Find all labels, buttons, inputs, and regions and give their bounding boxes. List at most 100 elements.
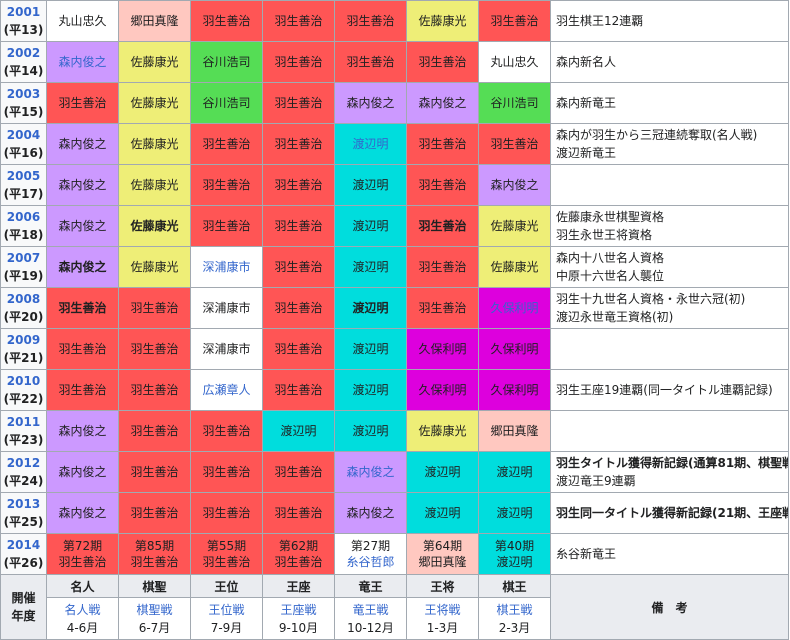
year-link[interactable]: 2009 <box>7 333 40 347</box>
holder-name: 森内俊之 <box>346 506 395 520</box>
era-label: (平24) <box>3 474 44 488</box>
title-holder-cell: 渡辺明 <box>406 492 479 534</box>
holder-name: 森内俊之 <box>58 465 107 479</box>
year-link[interactable]: 2002 <box>7 46 40 60</box>
remark-text: 森内新竜王 <box>556 96 617 110</box>
title-holder-cell: 羽生善治 <box>190 164 263 206</box>
holder-name: 羽生善治 <box>418 137 467 151</box>
remarks-cell: 羽生同一タイトル獲得新記録(21期、王座戦) <box>550 492 789 534</box>
holder-name: 羽生善治 <box>274 555 323 569</box>
year-link[interactable]: 2012 <box>7 456 40 470</box>
title-holder-cell: 渡辺明 <box>334 246 407 288</box>
title-holder-cell: 渡辺明 <box>334 123 407 165</box>
title-holder-cell: 谷川浩司 <box>478 82 551 124</box>
year-link[interactable]: 2001 <box>7 5 40 19</box>
year-link[interactable]: 2010 <box>7 374 40 388</box>
remark-text: 羽生同一タイトル獲得新記録(21期、王座戦) <box>556 506 789 520</box>
tournament-link[interactable]: 名人戦 <box>64 603 100 617</box>
year-link[interactable]: 2004 <box>7 128 40 142</box>
title-holder-cell: 森内俊之 <box>334 492 407 534</box>
title-holder-cell: 羽生善治 <box>478 0 551 42</box>
title-holder-cell: 森内俊之 <box>46 410 119 452</box>
holder-name: 佐藤康光 <box>490 219 539 233</box>
title-holder-cell: 羽生善治 <box>406 123 479 165</box>
table-row: 2004 (平16) 森内俊之 佐藤康光 羽生善治 羽生善治 渡辺明 羽生善治 羽生善治 森内が羽… <box>0 123 789 165</box>
title-holder-cell: 佐藤康光 <box>118 164 191 206</box>
title-holder-cell: 羽生善治 <box>262 123 335 165</box>
year-link[interactable]: 2011 <box>7 415 40 429</box>
holder-name[interactable]: 深浦康市 <box>202 260 250 274</box>
year-link[interactable]: 2005 <box>7 169 40 183</box>
title-holder-cell: 森内俊之 <box>406 82 479 124</box>
holder-name: 渡辺明 <box>424 506 461 520</box>
remark-text: 羽生棋王12連覇 <box>556 14 644 28</box>
term-label: 第40期 <box>494 539 535 553</box>
holder-name: 深浦康市 <box>202 342 251 356</box>
title-holder-cell: 羽生善治 <box>46 82 119 124</box>
title-holder-cell: 羽生善治 <box>262 82 335 124</box>
tournament-link[interactable]: 王位戦 <box>208 603 244 617</box>
column-header: 名人 <box>46 574 119 598</box>
holder-name[interactable]: 糸谷哲郎 <box>346 555 394 569</box>
holder-name[interactable]: 森内俊之 <box>58 55 106 69</box>
year-link[interactable]: 2007 <box>7 251 40 265</box>
holder-name: 羽生善治 <box>418 219 467 233</box>
tournament-cell: 王座戦 9-10月 <box>262 597 335 640</box>
title-holder-cell: 羽生善治 <box>262 41 335 83</box>
remarks-cell: 羽生十九世名人資格・永世六冠(初) 渡辺永世竜王資格(初) <box>550 287 789 329</box>
title-holders-table: 2001 (平13) 丸山忠久 郷田真隆 羽生善治 羽生善治 羽生善治 佐藤康光 羽生善治 羽生棋… <box>0 0 789 640</box>
tournament-link[interactable]: 王将戦 <box>424 603 460 617</box>
year-cell: 2013 (平25) <box>0 492 47 534</box>
title-holder-cell: 森内俊之 <box>46 451 119 493</box>
holder-name: 渡辺明 <box>352 301 389 315</box>
footer-label: 開催 年度 <box>0 574 47 640</box>
title-holder-cell: 第85期 羽生善治 <box>118 533 191 575</box>
holder-name[interactable]: 森内俊之 <box>346 465 394 479</box>
year-link[interactable]: 2013 <box>7 497 40 511</box>
remark-text: 糸谷新竜王 <box>556 547 617 561</box>
title-holder-cell: 羽生善治 <box>406 41 479 83</box>
title-holder-cell: 羽生善治 <box>118 492 191 534</box>
year-link[interactable]: 2014 <box>7 538 40 552</box>
holder-name[interactable]: 久保利明 <box>490 301 538 315</box>
title-holder-cell: 羽生善治 <box>118 328 191 370</box>
tournament-link[interactable]: 王座戦 <box>280 603 316 617</box>
title-holder-cell: 渡辺明 <box>334 410 407 452</box>
remark-text: 羽生永世王将資格 <box>556 228 653 242</box>
tournament-cell: 棋王戦 2-3月 <box>478 597 551 640</box>
year-cell: 2009 (平21) <box>0 328 47 370</box>
holder-name: 羽生善治 <box>130 555 179 569</box>
holder-name: 森内俊之 <box>418 96 467 110</box>
title-holder-cell: 森内俊之 <box>46 164 119 206</box>
holder-name[interactable]: 渡辺明 <box>352 137 388 151</box>
holder-name: 渡辺明 <box>352 424 389 438</box>
year-link[interactable]: 2006 <box>7 210 40 224</box>
title-holder-cell: 羽生善治 <box>406 164 479 206</box>
title-holder-cell: 羽生善治 <box>190 492 263 534</box>
column-header: 竜王 <box>334 574 407 598</box>
holder-name: 羽生善治 <box>202 506 251 520</box>
table-row: 2008 (平20) 羽生善治 羽生善治 深浦康市 羽生善治 渡辺明 羽生善治 久保利明 羽生十九… <box>0 287 789 329</box>
title-holder-cell: 第62期 羽生善治 <box>262 533 335 575</box>
term-label: 第64期 <box>422 539 463 553</box>
tournament-link[interactable]: 棋聖戦 <box>136 603 172 617</box>
title-holder-cell: 羽生善治 <box>118 369 191 411</box>
tournament-link[interactable]: 棋王戦 <box>496 603 532 617</box>
holder-name[interactable]: 広瀬章人 <box>202 383 250 397</box>
holder-name: 羽生善治 <box>274 465 323 479</box>
title-holder-cell: 羽生善治 <box>118 451 191 493</box>
holder-name: 渡辺明 <box>352 178 389 192</box>
holder-name: 渡辺明 <box>496 506 533 520</box>
year-cell: 2012 (平24) <box>0 451 47 493</box>
column-header: 王位 <box>190 574 263 598</box>
year-cell: 2011 (平23) <box>0 410 47 452</box>
tournament-link[interactable]: 竜王戦 <box>352 603 388 617</box>
year-link[interactable]: 2008 <box>7 292 40 306</box>
year-link[interactable]: 2003 <box>7 87 40 101</box>
title-holder-cell: 渡辺明 <box>334 369 407 411</box>
footer-header-row: 開催 年度 名人 棋聖 王位 王座 竜王 王将 棋王備 考 <box>0 574 789 640</box>
holder-name: 羽生善治 <box>490 137 539 151</box>
footer-label-line: 年度 <box>11 609 36 623</box>
table-row: 2007 (平19) 森内俊之 佐藤康光 深浦康市 羽生善治 渡辺明 羽生善治 佐藤康光 森内十八… <box>0 246 789 288</box>
title-holder-cell: 久保利明 <box>406 328 479 370</box>
